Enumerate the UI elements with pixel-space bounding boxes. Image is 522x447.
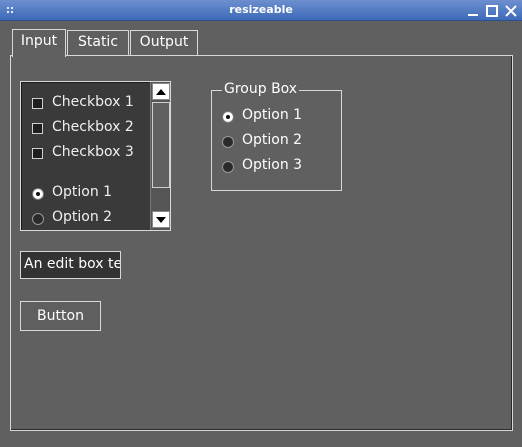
group-box: Group Box Option 1 Option 2 Option 3 — [211, 81, 342, 191]
button[interactable]: Button — [20, 301, 101, 331]
tab-static[interactable]: Static — [67, 30, 129, 55]
radio-label: Option 2 — [52, 209, 113, 225]
checkbox-label: Checkbox 1 — [52, 94, 134, 110]
radio-label: Option 2 — [242, 132, 303, 148]
scroll-down-arrow-icon[interactable] — [152, 211, 170, 228]
vertical-scrollbar[interactable] — [150, 82, 170, 230]
checkbox-icon[interactable] — [32, 148, 43, 159]
listbox[interactable]: Checkbox 1 Checkbox 2 Checkbox 3 Option … — [20, 81, 171, 231]
group-box-title: Group Box — [222, 81, 300, 97]
radio-icon[interactable] — [32, 213, 44, 225]
radio-label: Option 1 — [52, 184, 113, 200]
checkbox-label: Checkbox 3 — [52, 144, 134, 160]
edit-box[interactable]: An edit box te — [20, 251, 121, 279]
radio-icon[interactable] — [222, 136, 234, 148]
window-title: resizeable — [229, 3, 293, 16]
scroll-up-arrow-icon[interactable] — [152, 83, 170, 100]
maximize-icon[interactable] — [485, 3, 499, 17]
button-label: Button — [37, 308, 84, 324]
minimize-icon[interactable] — [466, 3, 480, 17]
close-icon[interactable] — [504, 3, 518, 17]
radio-selected-icon[interactable] — [222, 111, 234, 123]
radio-label: Option 3 — [242, 157, 303, 173]
tab-input[interactable]: Input — [12, 29, 66, 57]
radio-selected-icon[interactable] — [32, 188, 44, 200]
checkbox-icon[interactable] — [32, 123, 43, 134]
radio-label: Option 1 — [242, 107, 303, 123]
scrollbar-thumb[interactable] — [152, 102, 170, 188]
tab-label: Static — [77, 34, 119, 50]
radio-icon[interactable] — [222, 161, 234, 173]
tab-label: Output — [139, 34, 189, 50]
checkbox-icon[interactable] — [32, 98, 43, 109]
tab-label: Input — [20, 33, 58, 49]
app-window: resizeable Input Static Output Checkbox … — [0, 0, 522, 447]
tab-output[interactable]: Output — [130, 30, 198, 55]
title-bar[interactable]: resizeable — [0, 0, 522, 21]
checkbox-label: Checkbox 2 — [52, 119, 134, 135]
